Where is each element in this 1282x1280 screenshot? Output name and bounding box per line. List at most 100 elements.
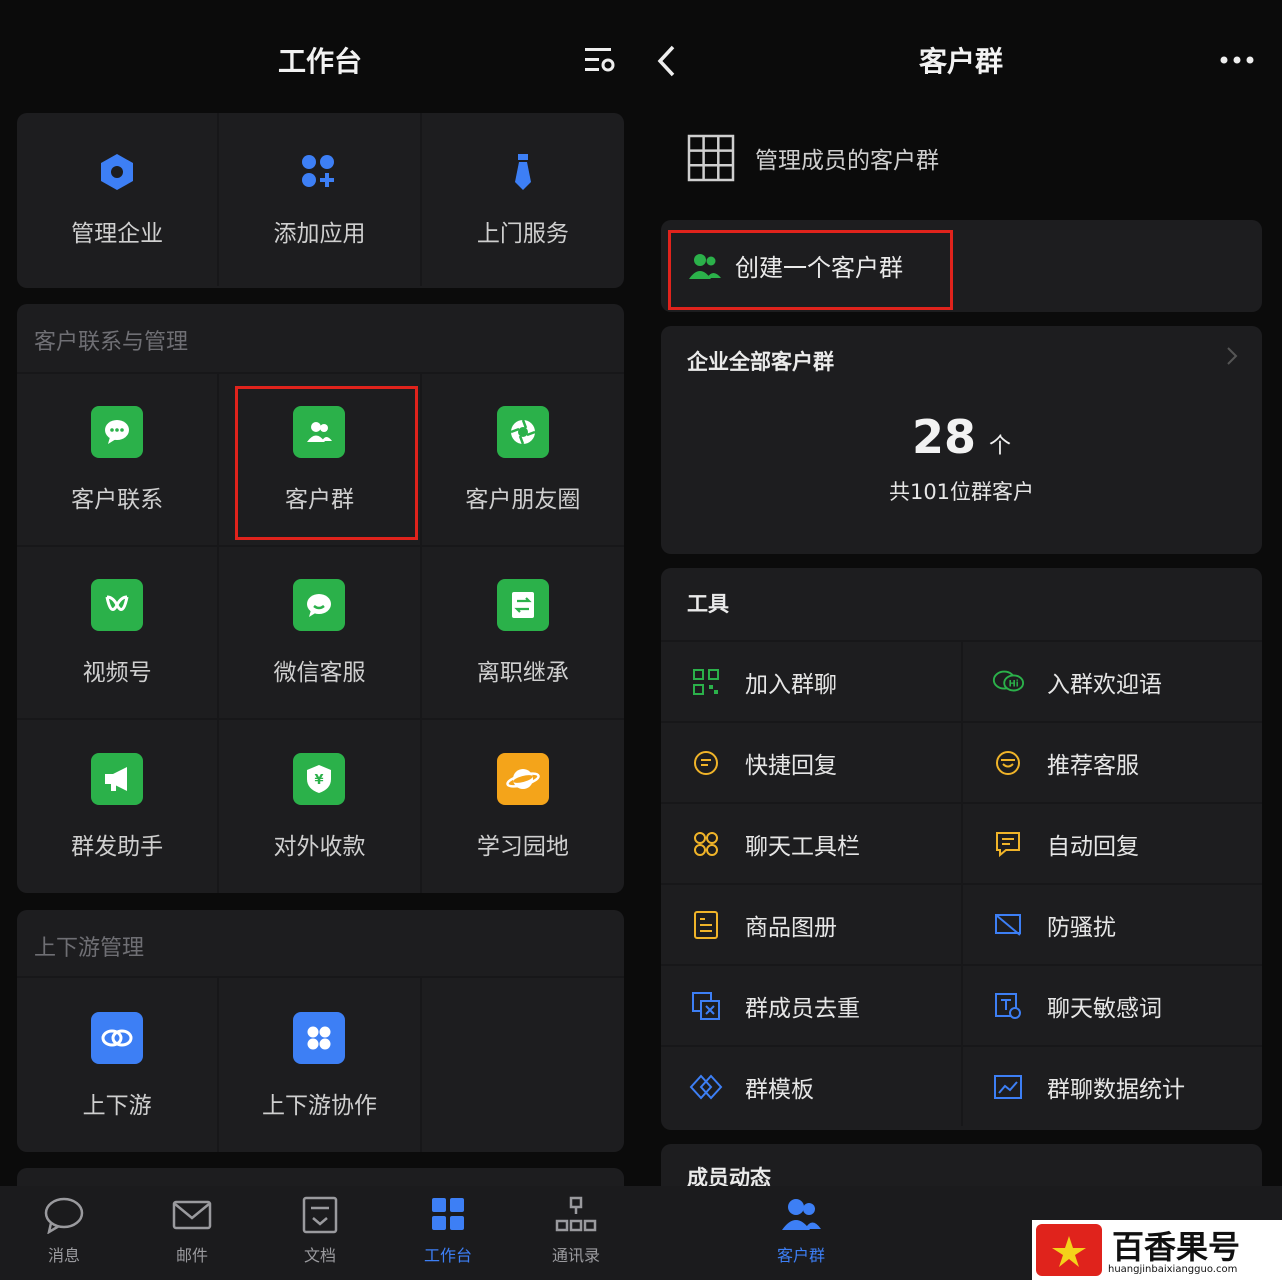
tool-label: 防骚扰 (1047, 914, 1116, 941)
updown-collab-item[interactable]: 上下游协作 (219, 978, 422, 1152)
resign-transfer-item[interactable]: 离职继承 (421, 547, 624, 720)
learning-item[interactable]: 学习园地 (422, 720, 624, 893)
section-title: 上下游管理 (34, 936, 145, 961)
channels-item[interactable]: 视频号 (17, 547, 220, 720)
all-groups-card[interactable]: 企业全部客户群 28 个 共101位群客户 (661, 326, 1262, 554)
highlight-box (668, 230, 953, 310)
customer-contact-item[interactable]: 客户联系 (17, 374, 220, 547)
grid-apps-icon (293, 1012, 346, 1064)
chevron-right-icon (1226, 346, 1238, 370)
item-label: 学习园地 (476, 833, 569, 860)
wechat-service-item[interactable]: 微信客服 (219, 547, 422, 720)
tool-join-group[interactable]: 加入群聊 (661, 642, 961, 721)
tool-auto-reply[interactable]: 自动回复 (963, 804, 1262, 883)
back-icon[interactable] (655, 44, 677, 82)
section-title: 客户联系与管理 (34, 330, 189, 355)
contacts-icon (555, 1196, 597, 1232)
settings-icon[interactable] (584, 44, 616, 80)
link-icon (91, 1012, 144, 1064)
doc-icon (302, 1196, 338, 1234)
channels-icon (91, 578, 144, 631)
aperture-icon (496, 405, 549, 458)
payment-shield-icon: ¥ (293, 752, 346, 805)
tool-dedupe-members[interactable]: 群成员去重 (661, 966, 961, 1045)
tool-label: 群聊数据统计 (1047, 1076, 1185, 1103)
qr-code-icon (689, 665, 723, 699)
tool-sensitive-words[interactable]: 聊天敏感词 (963, 966, 1262, 1045)
add-apps-item[interactable]: 添加应用 (219, 113, 422, 286)
template-icon (689, 1070, 723, 1104)
item-label: 微信客服 (273, 659, 366, 686)
tool-group-stats[interactable]: 群聊数据统计 (963, 1047, 1262, 1126)
quick-reply-icon (689, 746, 723, 780)
tab-contacts[interactable]: 通讯录 (526, 1196, 626, 1266)
tab-label: 邮件 (175, 1246, 208, 1265)
external-payment-item[interactable]: ¥ 对外收款 (219, 720, 422, 893)
updown-management-card: 上下游管理 上下游 上下游协作 (17, 910, 624, 1152)
workbench-icon (432, 1198, 464, 1230)
tool-recommend-service[interactable]: 推荐客服 (963, 723, 1262, 802)
catalog-icon (689, 908, 723, 942)
tool-chat-toolbar[interactable]: 聊天工具栏 (661, 804, 961, 883)
tab-workbench[interactable]: 工作台 (398, 1196, 498, 1266)
manage-company-item[interactable]: 管理企业 (17, 113, 220, 286)
tools-row: 聊天工具栏 自动回复 (661, 802, 1262, 883)
add-apps-icon (302, 154, 335, 187)
megaphone-icon (91, 752, 144, 805)
page-title: 客户群 (919, 45, 1004, 78)
tools-card: 工具 加入群聊 Hi 入群欢迎语 快捷回复 推荐客服 聊天工具栏 自动回复 商品… (661, 568, 1262, 1130)
tool-quick-reply[interactable]: 快捷回复 (661, 723, 961, 802)
tools-row: 群成员去重 聊天敏感词 (661, 964, 1262, 1045)
quick-actions-card: 管理企业 添加应用 上门服务 (17, 113, 624, 288)
tab-label: 通讯录 (551, 1246, 600, 1265)
anti-harass-icon (991, 908, 1025, 942)
tool-label: 群模板 (745, 1076, 814, 1103)
tab-messages[interactable]: 消息 (14, 1196, 114, 1266)
tools-row: 群模板 群聊数据统计 (661, 1045, 1262, 1126)
more-icon[interactable] (1219, 52, 1255, 71)
message-icon (44, 1197, 84, 1235)
tool-welcome-msg[interactable]: Hi 入群欢迎语 (963, 642, 1262, 721)
customer-count: 共101位群客户 (888, 480, 1035, 504)
item-label: 对外收款 (273, 833, 366, 860)
door-service-item[interactable]: 上门服务 (422, 113, 624, 286)
watermark: 百香果号 huangjinbaixiangguo.com (1032, 1220, 1282, 1280)
tab-docs[interactable]: 文档 (270, 1196, 370, 1266)
manage-label: 管理成员的客户群 (755, 148, 939, 174)
all-groups-title: 企业全部客户群 (687, 350, 834, 374)
tool-label: 入群欢迎语 (1047, 671, 1162, 698)
watermark-url: huangjinbaixiangguo.com (1108, 1264, 1238, 1275)
transfer-doc-icon (496, 578, 549, 631)
tab-mail[interactable]: 邮件 (142, 1196, 242, 1266)
smile-bubble-icon (991, 746, 1025, 780)
customer-moments-item[interactable]: 客户朋友圈 (421, 374, 624, 547)
auto-reply-icon (991, 827, 1025, 861)
updown-item[interactable]: 上下游 (17, 978, 220, 1152)
page-title: 工作台 (278, 45, 363, 78)
item-label: 群发助手 (71, 833, 164, 860)
mass-message-item[interactable]: 群发助手 (17, 720, 220, 893)
tab-label: 消息 (47, 1246, 80, 1265)
planet-icon (496, 752, 549, 805)
tool-group-template[interactable]: 群模板 (661, 1047, 961, 1126)
watermark-logo-icon (1036, 1224, 1102, 1276)
hi-bubble-icon: Hi (991, 665, 1025, 699)
tool-product-catalog[interactable]: 商品图册 (661, 885, 961, 964)
svg-text:¥: ¥ (315, 773, 324, 788)
tools-row: 快捷回复 推荐客服 (661, 721, 1262, 802)
svg-text:Hi: Hi (1009, 679, 1019, 689)
workbench-screen: 工作台 管理企业 添加应用 上门服务 客户联系与管理 客户联系 客户群 客户朋友… (0, 0, 641, 1280)
grid-icon (687, 134, 735, 182)
sensitive-word-icon (991, 989, 1025, 1023)
watermark-name: 百香果号 (1112, 1228, 1241, 1266)
count-unit: 个 (989, 434, 1012, 459)
item-label: 客户联系 (71, 486, 164, 513)
count-value: 28 (911, 410, 976, 464)
dedupe-icon (689, 989, 723, 1023)
tools-title: 工具 (687, 592, 729, 616)
tab-customer-group[interactable]: 客户群 (751, 1196, 851, 1266)
manage-member-groups[interactable]: 管理成员的客户群 (687, 134, 939, 182)
tool-anti-harass[interactable]: 防骚扰 (963, 885, 1262, 964)
service-chat-icon (293, 578, 346, 631)
hexagon-icon (101, 153, 134, 190)
